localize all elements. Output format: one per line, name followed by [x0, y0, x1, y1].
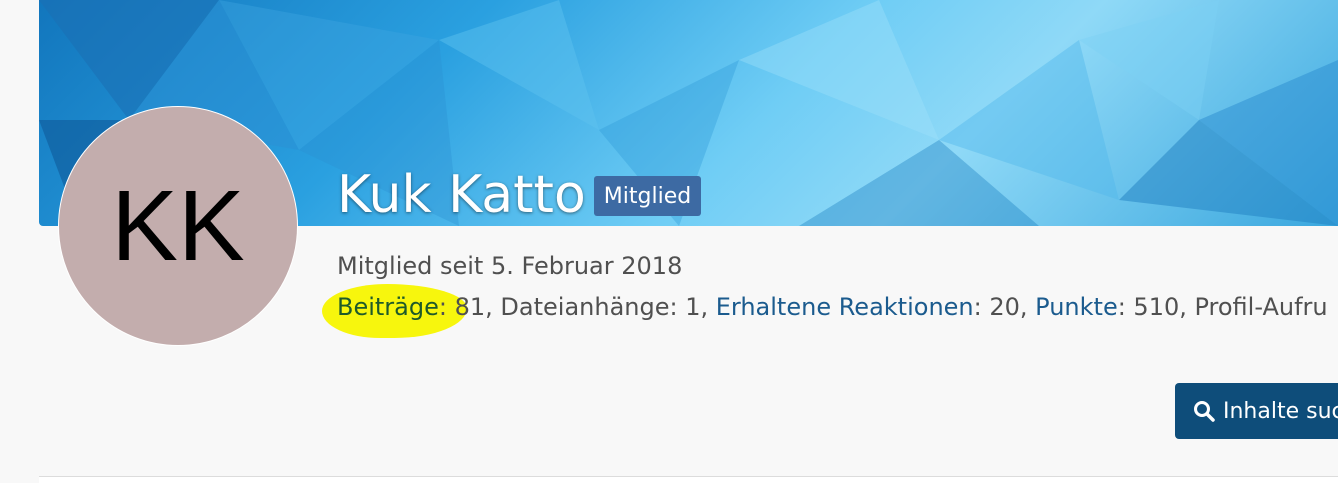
search-content-button[interactable]: Inhalte suc [1175, 383, 1338, 439]
points-value: : 510, [1117, 293, 1195, 321]
username: Kuk Katto [337, 165, 586, 225]
profile-views-text: Profil-Aufru [1194, 293, 1328, 321]
avatar-initials: KK [111, 169, 245, 282]
search-content-label: Inhalte suc [1223, 398, 1338, 424]
search-icon [1193, 400, 1215, 422]
user-title-badge: Mitglied [594, 176, 701, 216]
profile-stats: Beiträge: 81, Dateianhänge: 1, Erhaltene… [337, 293, 1328, 321]
reactions-link[interactable]: Erhaltene Reaktionen [716, 293, 974, 321]
member-since: Mitglied seit 5. Februar 2018 [337, 252, 683, 280]
attachments-text: Dateianhänge: 1, [500, 293, 716, 321]
reactions-value: : 20, [973, 293, 1036, 321]
posts-link[interactable]: Beiträge [337, 293, 439, 321]
points-link[interactable]: Punkte [1035, 293, 1118, 321]
avatar[interactable]: KK [58, 106, 298, 346]
posts-value: : 81, [438, 293, 501, 321]
